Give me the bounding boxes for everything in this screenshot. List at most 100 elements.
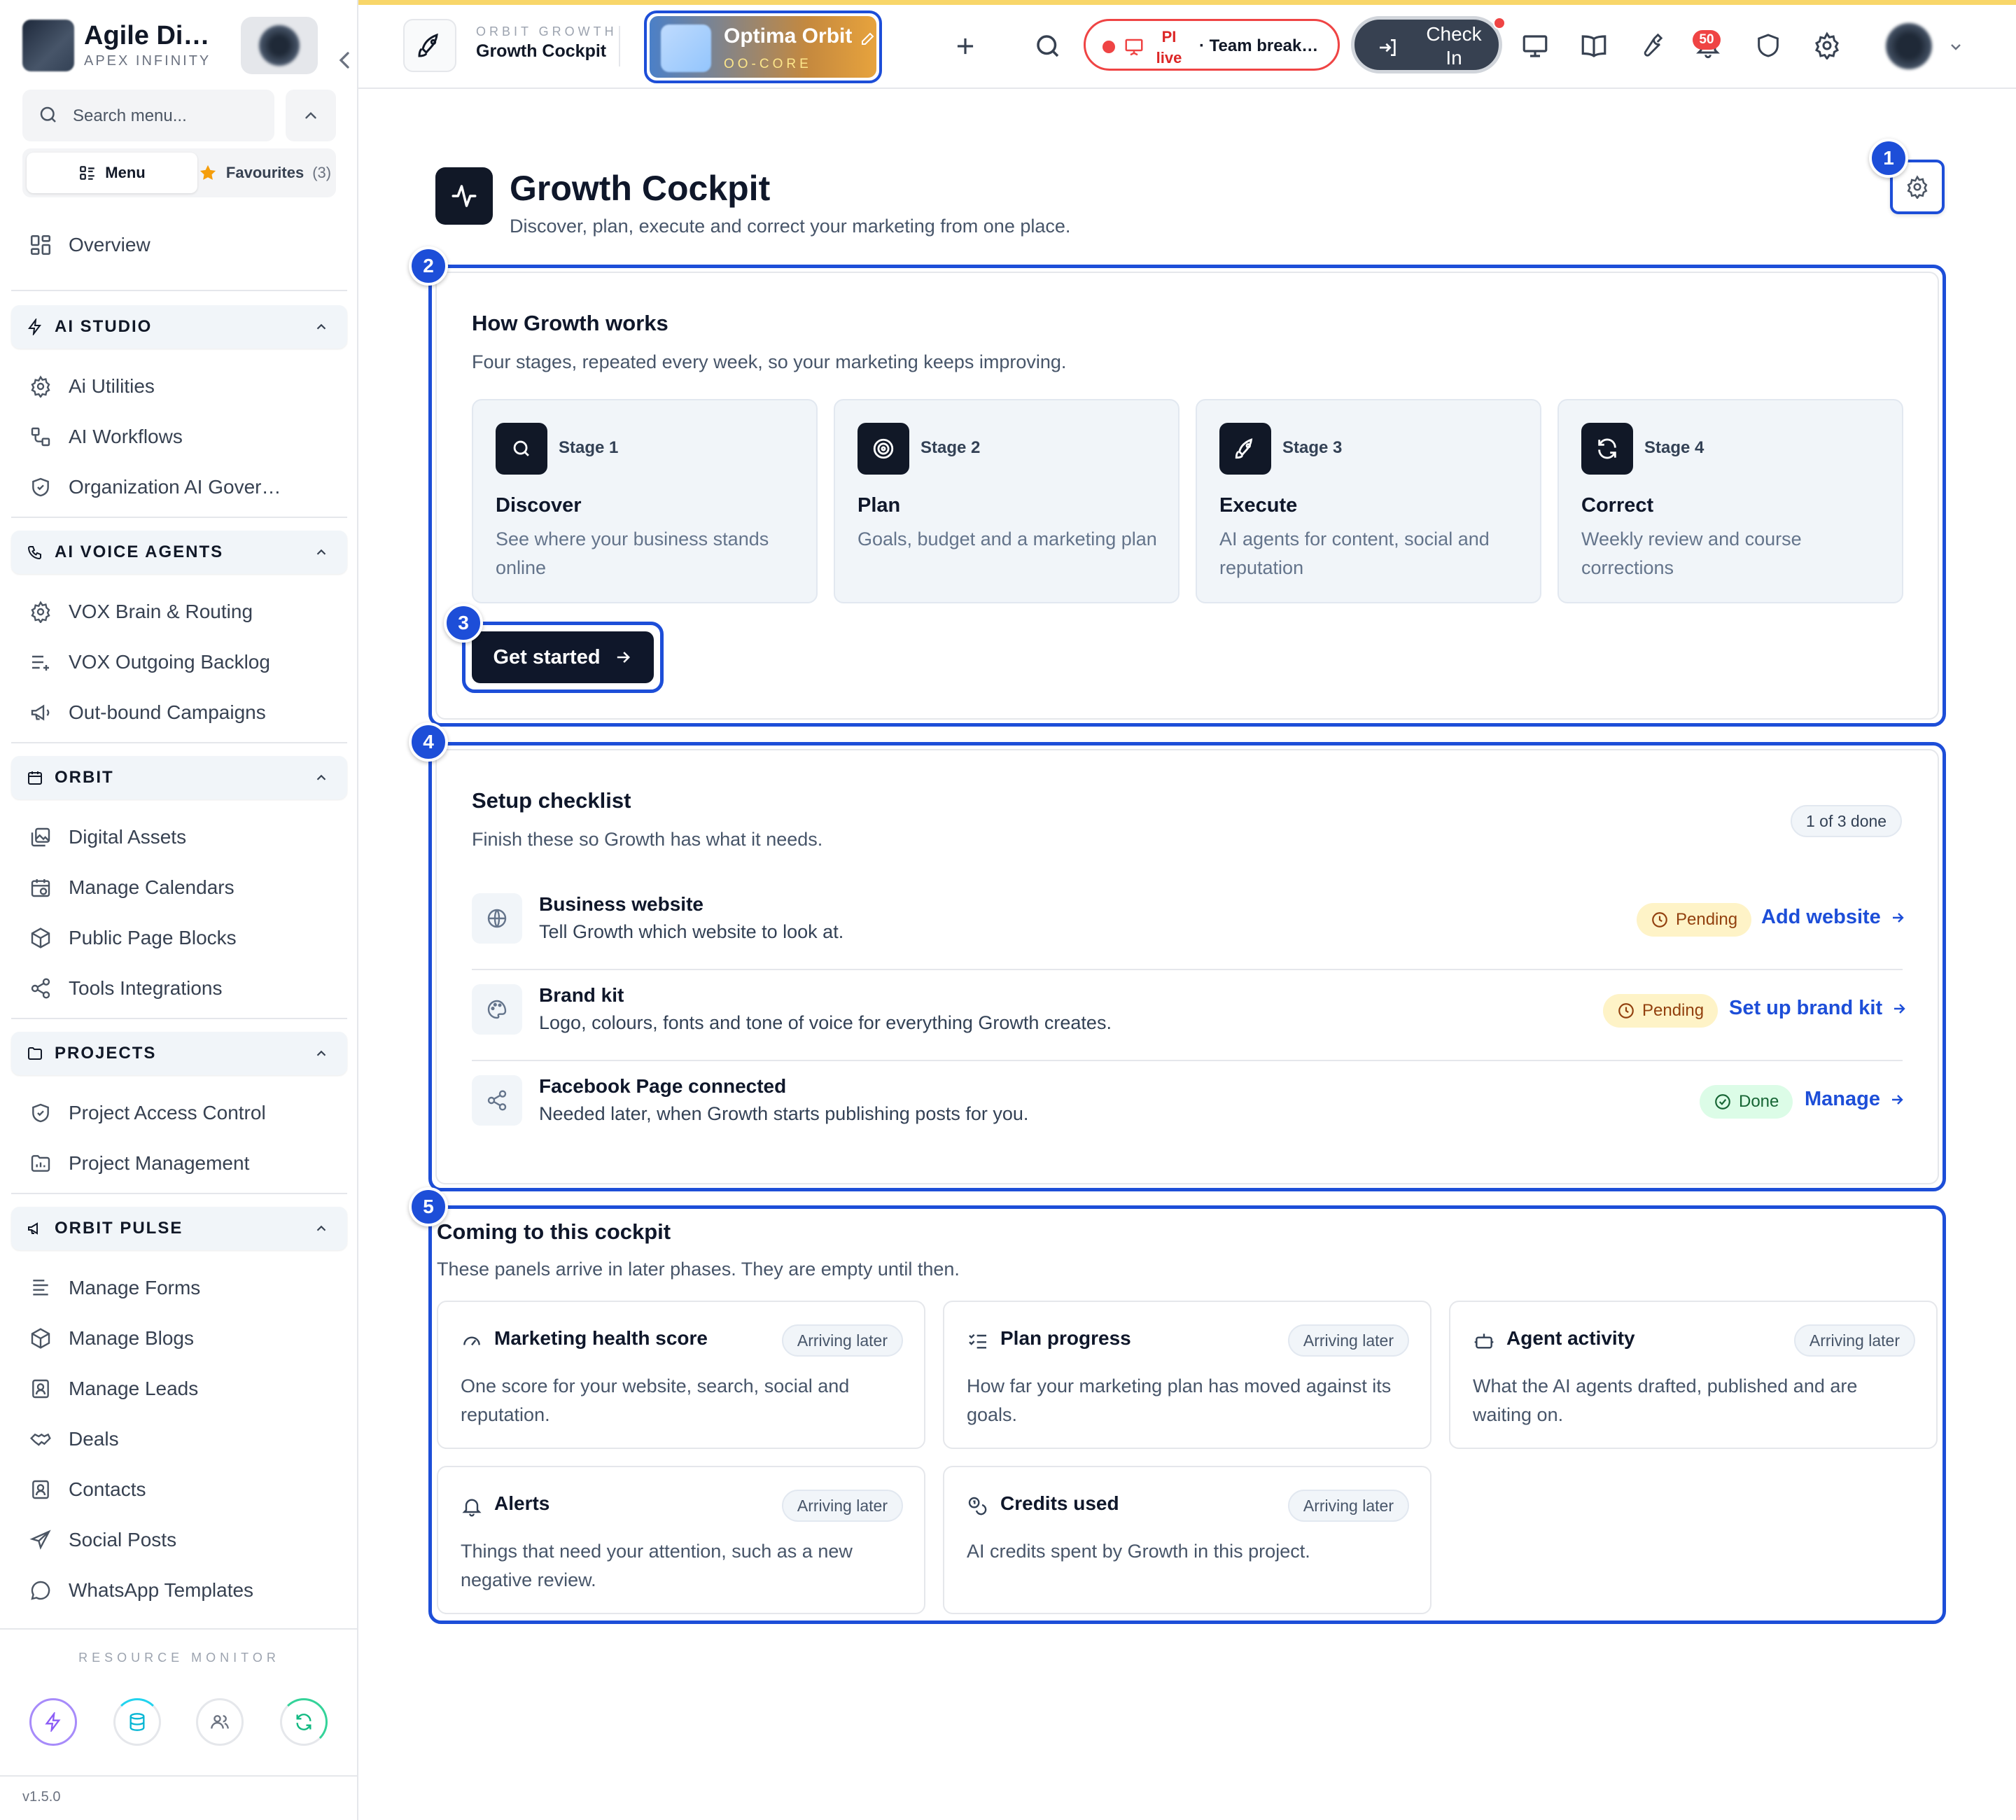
sidebar-item-contacts[interactable]: Contacts xyxy=(28,1470,146,1509)
bot-icon xyxy=(1473,1330,1495,1352)
section-orbit-pulse[interactable]: ORBIT PULSE xyxy=(11,1207,347,1250)
sidebar-item-manage-blogs[interactable]: Manage Blogs xyxy=(28,1319,194,1358)
sidebar-item-digital-assets[interactable]: Digital Assets xyxy=(28,818,186,857)
checklist-item-title: Business website xyxy=(539,893,704,915)
checklist-icon xyxy=(967,1330,989,1352)
chevron-up-icon xyxy=(316,323,326,330)
sidebar-item-manage-forms[interactable]: Manage Forms xyxy=(28,1268,200,1308)
rocket-icon[interactable] xyxy=(403,19,456,72)
how-title: How Growth works xyxy=(472,311,668,335)
users-icon[interactable] xyxy=(196,1698,244,1746)
sidebar-item-manage-calendars[interactable]: Manage Calendars xyxy=(28,868,234,907)
add-icon[interactable] xyxy=(952,33,979,59)
stage-description: See where your business stands online xyxy=(496,528,769,578)
sidebar-item-project-access-control[interactable]: Project Access Control xyxy=(28,1093,266,1133)
rocket-icon xyxy=(1219,423,1271,475)
brand-avatar[interactable] xyxy=(241,17,318,74)
megaphone-icon xyxy=(28,700,53,725)
arriving-later-badge: Arriving later xyxy=(781,1324,903,1357)
menu-search-input[interactable]: Search menu... xyxy=(22,90,274,141)
sidebar-item-social-posts[interactable]: Social Posts xyxy=(28,1520,176,1560)
edit-icon[interactable] xyxy=(860,30,876,47)
divider xyxy=(11,1193,347,1194)
sidebar-item-overview[interactable]: Overview xyxy=(28,225,150,265)
section-projects[interactable]: PROJECTS xyxy=(11,1032,347,1075)
panel-title: Alerts xyxy=(494,1492,550,1514)
sidebar-item-whatsapp-templates[interactable]: WhatsApp Templates xyxy=(28,1571,253,1610)
get-started-label: Get started xyxy=(493,645,601,668)
sidebar-item-manage-leads[interactable]: Manage Leads xyxy=(28,1369,198,1408)
topbar: ORBIT GROWTH Growth Cockpit Optima Orbit… xyxy=(358,5,2016,89)
bolt-icon[interactable] xyxy=(29,1698,77,1746)
brand[interactable]: Agile Di… APEX INFINITY xyxy=(22,15,349,76)
stage-number: Stage 3 xyxy=(1282,438,1343,457)
status-badge-pending: Pending xyxy=(1637,903,1752,937)
brand-logo xyxy=(22,20,74,71)
share-nodes-icon xyxy=(472,1075,522,1126)
sidebar-item-public-page-blocks[interactable]: Public Page Blocks xyxy=(28,918,237,958)
live-dot xyxy=(1102,41,1115,53)
sidebar-item-vox-brain[interactable]: VOX Brain & Routing xyxy=(28,592,253,631)
section-orbit[interactable]: ORBIT xyxy=(11,756,347,799)
sidebar-item-vox-backlog[interactable]: VOX Outgoing Backlog xyxy=(28,643,270,682)
set-up-brand-kit-link[interactable]: Set up brand kit xyxy=(1729,997,1907,1020)
target-icon xyxy=(858,423,909,475)
collapse-all-icon[interactable] xyxy=(286,90,336,141)
stage-name: Discover xyxy=(496,494,582,517)
user-avatar[interactable] xyxy=(1886,23,1932,69)
get-started-button[interactable]: Get started xyxy=(472,631,654,683)
checklist-item-website: Business website Tell Growth which websi… xyxy=(472,881,1906,970)
sidebar-item-org-ai-governance[interactable]: Organization AI Gover… xyxy=(28,468,281,507)
stage-card-execute: Stage 3 Execute AI agents for content, s… xyxy=(1196,399,1541,603)
calendar-icon xyxy=(28,771,42,785)
sidebar-item-tools-integrations[interactable]: Tools Integrations xyxy=(28,969,222,1008)
folder-chart-icon xyxy=(28,1151,53,1176)
sidebar-item-project-management[interactable]: Project Management xyxy=(28,1144,249,1183)
settings-icon[interactable] xyxy=(1813,31,1841,59)
tour-marker: 4 xyxy=(409,722,448,762)
list-plus-icon xyxy=(28,650,53,675)
stage-description: Weekly review and course corrections xyxy=(1581,528,1802,578)
chevron-down-icon[interactable] xyxy=(1947,38,1964,55)
stage-number: Stage 4 xyxy=(1644,438,1704,457)
panel-description: Things that need your attention, such as… xyxy=(461,1541,853,1590)
checklist-item-desc: Tell Growth which website to look at. xyxy=(539,921,844,942)
manage-facebook-link[interactable]: Manage xyxy=(1805,1088,1905,1111)
collapse-sidebar-icon[interactable] xyxy=(330,46,358,74)
gear-icon[interactable] xyxy=(883,30,900,47)
login-icon xyxy=(1377,36,1399,59)
stage-name: Correct xyxy=(1581,494,1654,517)
sidebar-item-outbound-campaigns[interactable]: Out-bound Campaigns xyxy=(28,693,266,732)
add-website-link[interactable]: Add website xyxy=(1761,906,1906,929)
book-icon[interactable] xyxy=(1579,31,1609,61)
sidebar-item-ai-workflows[interactable]: AI Workflows xyxy=(28,417,183,456)
sync-icon[interactable] xyxy=(280,1698,328,1746)
panel-title: Plan progress xyxy=(1000,1327,1131,1349)
panel-credits-used: Credits used Arriving later AI credits s… xyxy=(943,1466,1432,1614)
live-status-pill[interactable]: PI live · Team break… xyxy=(1084,19,1340,71)
sidebar-item-deals[interactable]: Deals xyxy=(28,1420,119,1459)
panel-alerts: Alerts Arriving later Things that need y… xyxy=(437,1466,925,1614)
sidebar-item-label: Manage Calendars xyxy=(69,876,234,898)
section-ai-voice-agents[interactable]: AI VOICE AGENTS xyxy=(11,531,347,574)
section-title: PROJECTS xyxy=(55,1044,157,1063)
search-icon[interactable] xyxy=(1033,31,1063,61)
check-in-button[interactable]: Check In xyxy=(1351,16,1506,74)
presentation-icon xyxy=(1124,36,1144,57)
organization-switcher[interactable]: Optima Orbit OO-CORE xyxy=(644,10,920,83)
wrench-icon[interactable] xyxy=(1638,31,1665,58)
monitor-icon[interactable] xyxy=(1520,31,1550,61)
menu-tab[interactable]: Menu xyxy=(27,153,197,193)
favourites-tab[interactable]: Favourites (3) xyxy=(197,153,332,193)
grid-icon xyxy=(28,232,53,258)
search-icon xyxy=(38,104,59,125)
stage-name: Plan xyxy=(858,494,901,517)
chevron-down-icon[interactable] xyxy=(907,30,924,47)
send-icon xyxy=(28,1527,53,1553)
database-icon[interactable] xyxy=(113,1698,161,1746)
sidebar-item-ai-utilities[interactable]: Ai Utilities xyxy=(28,367,155,406)
shield-icon[interactable] xyxy=(1754,31,1782,59)
arriving-later-badge: Arriving later xyxy=(1793,1324,1915,1357)
section-ai-studio[interactable]: AI STUDIO xyxy=(11,305,347,349)
panel-description: What the AI agents drafted, published an… xyxy=(1473,1376,1858,1425)
